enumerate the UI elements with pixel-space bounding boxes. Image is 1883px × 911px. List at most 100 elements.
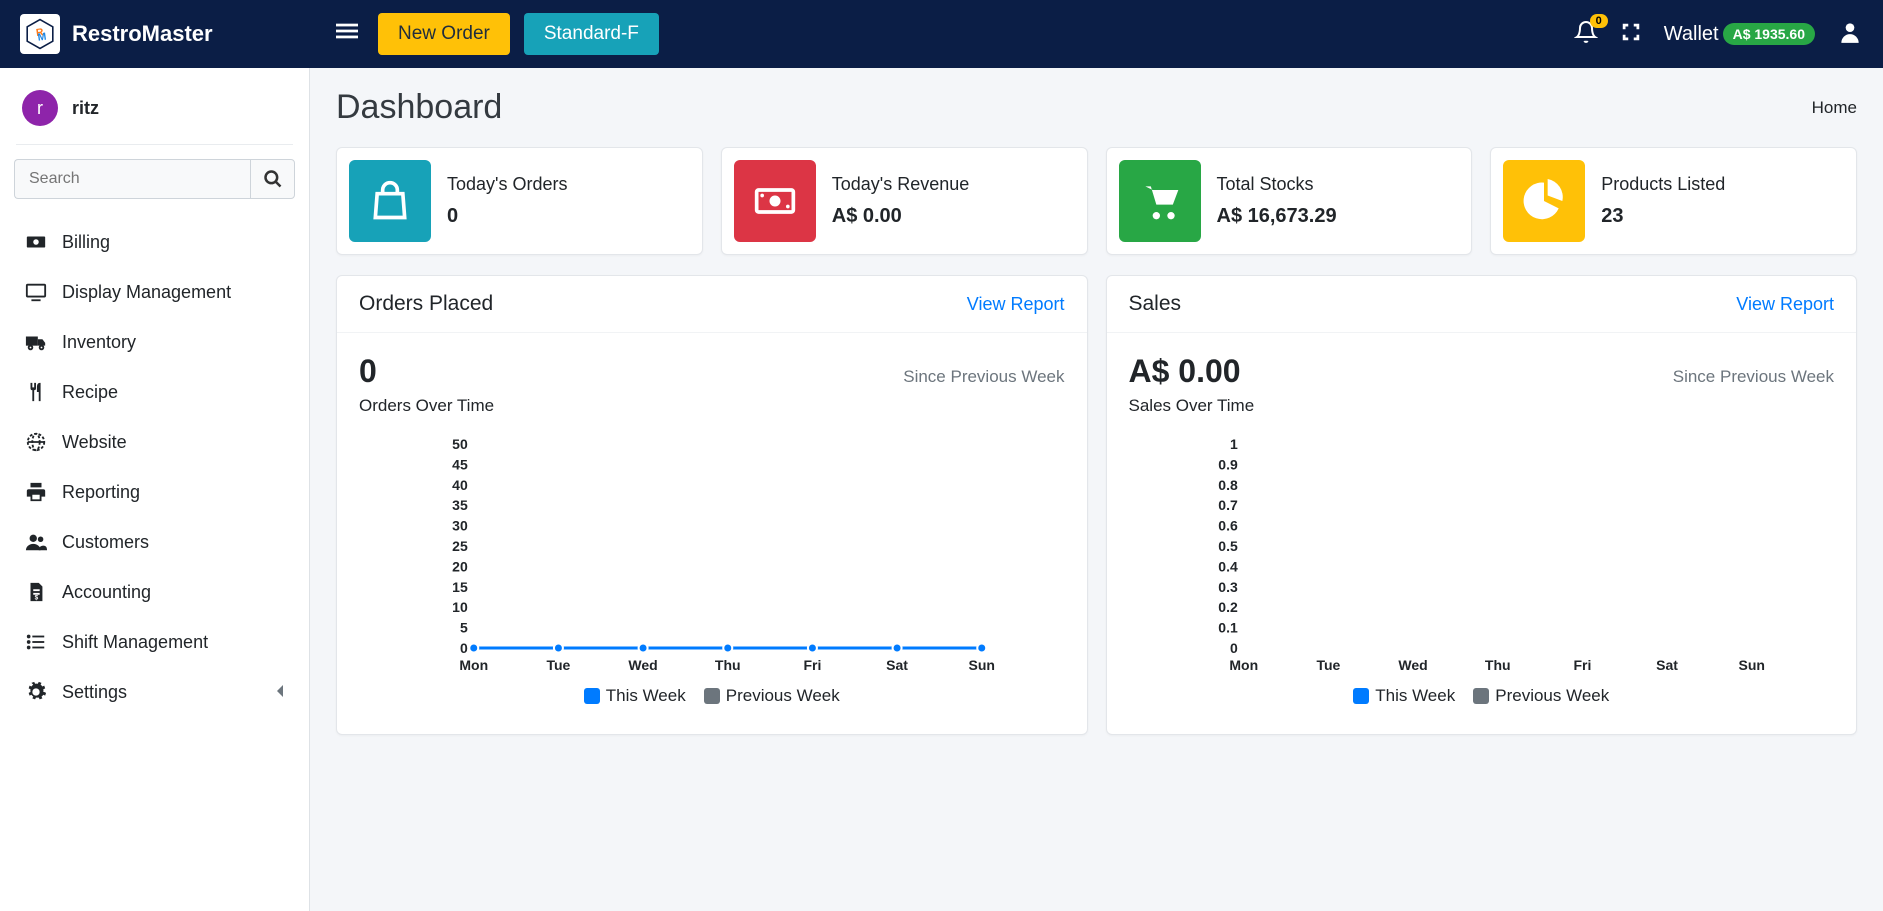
sidebar-user-name: ritz (72, 98, 99, 119)
sales-chart: 00.10.20.30.40.50.60.70.80.91MonTueWedTh… (1129, 436, 1835, 676)
legend-previous-week[interactable]: Previous Week (1473, 686, 1609, 706)
sales-card-title: Sales (1129, 292, 1182, 316)
search-button[interactable] (250, 159, 295, 199)
stat-label: Today's Orders (447, 174, 567, 195)
svg-text:Fri: Fri (1573, 657, 1591, 673)
svg-text:50: 50 (452, 436, 468, 452)
svg-text:0.2: 0.2 (1218, 599, 1238, 615)
search-input[interactable] (14, 159, 250, 199)
orders-metric-sub: Since Previous Week (903, 367, 1064, 387)
restaurant-select-button[interactable]: Standard-F (524, 13, 659, 55)
svg-text:0: 0 (1229, 640, 1237, 656)
svg-text:0.7: 0.7 (1218, 497, 1238, 513)
page-title: Dashboard (336, 88, 502, 127)
divider (16, 144, 293, 145)
orders-chart-caption: Orders Over Time (359, 396, 1065, 416)
svg-text:15: 15 (452, 579, 468, 595)
stat-label: Products Listed (1601, 174, 1725, 195)
sidebar-item-accounting[interactable]: $ Accounting (10, 567, 299, 617)
money-icon (24, 231, 48, 253)
sidebar-item-label: Inventory (62, 332, 136, 353)
sidebar-item-label: Shift Management (62, 632, 208, 653)
list-icon (24, 631, 48, 653)
svg-text:Thu: Thu (1484, 657, 1510, 673)
stat-card-today-s-orders[interactable]: Today's Orders 0 (336, 147, 703, 255)
legend-this-week[interactable]: This Week (1353, 686, 1455, 706)
chevron-left-icon (275, 682, 285, 703)
main-content: Dashboard Home Today's Orders 0 Today's … (310, 68, 1883, 911)
sidebar-item-recipe[interactable]: Recipe (10, 367, 299, 417)
sidebar-item-shift-management[interactable]: Shift Management (10, 617, 299, 667)
file-invoice-icon: $ (24, 581, 48, 603)
sidebar-item-label: Customers (62, 532, 149, 553)
sidebar-item-display-management[interactable]: Display Management (10, 267, 299, 317)
stat-card-products-listed[interactable]: Products Listed 23 (1490, 147, 1857, 255)
orders-view-report-link[interactable]: View Report (967, 294, 1065, 315)
sidebar: r ritz Billing Display Management Invent… (0, 68, 310, 911)
orders-card-title: Orders Placed (359, 292, 493, 316)
svg-text:0.9: 0.9 (1218, 456, 1238, 472)
sidebar-item-label: Reporting (62, 482, 140, 503)
sidebar-item-label: Website (62, 432, 127, 453)
svg-text:Mon: Mon (459, 657, 488, 673)
svg-text:Wed: Wed (628, 657, 657, 673)
orders-chart: 05101520253035404550MonTueWedThuFriSatSu… (359, 436, 1065, 676)
sidebar-user[interactable]: r ritz (10, 82, 299, 144)
sales-metric-value: A$ 0.00 (1129, 353, 1241, 390)
svg-text:20: 20 (452, 558, 468, 574)
sidebar-toggle-button[interactable] (330, 14, 364, 54)
users-icon (24, 531, 48, 553)
legend-this-week[interactable]: This Week (584, 686, 686, 706)
sidebar-item-website[interactable]: Website (10, 417, 299, 467)
brand[interactable]: RM RestroMaster (20, 14, 330, 54)
sidebar-item-reporting[interactable]: Reporting (10, 467, 299, 517)
gear-icon (24, 681, 48, 703)
sidebar-item-billing[interactable]: Billing (10, 217, 299, 267)
avatar: r (22, 90, 58, 126)
fullscreen-button[interactable] (1620, 21, 1642, 48)
svg-text:5: 5 (460, 620, 468, 636)
new-order-button[interactable]: New Order (378, 13, 510, 55)
svg-text:$: $ (35, 594, 39, 601)
stat-label: Today's Revenue (832, 174, 970, 195)
sidebar-item-inventory[interactable]: Inventory (10, 317, 299, 367)
cash-icon (734, 160, 816, 242)
sidebar-item-label: Display Management (62, 282, 231, 303)
sidebar-item-label: Settings (62, 682, 127, 703)
svg-text:Sun: Sun (969, 657, 995, 673)
sidebar-item-label: Accounting (62, 582, 151, 603)
svg-text:M: M (37, 32, 47, 44)
svg-text:25: 25 (452, 538, 468, 554)
notifications-button[interactable]: 0 (1574, 20, 1598, 49)
brand-logo-icon: RM (20, 14, 60, 54)
svg-text:0.6: 0.6 (1218, 518, 1238, 534)
svg-text:1: 1 (1229, 436, 1237, 452)
utensils-icon (24, 381, 48, 403)
svg-text:Wed: Wed (1398, 657, 1427, 673)
globe-icon (24, 431, 48, 453)
svg-text:0.1: 0.1 (1218, 620, 1238, 636)
orders-card: Orders Placed View Report 0 Since Previo… (336, 275, 1088, 735)
wallet-display[interactable]: Wallet A$ 1935.60 (1664, 23, 1815, 46)
truck-icon (24, 331, 48, 353)
stat-card-total-stocks[interactable]: Total Stocks A$ 16,673.29 (1106, 147, 1473, 255)
svg-text:Tue: Tue (546, 657, 570, 673)
wallet-amount-badge: A$ 1935.60 (1723, 23, 1815, 45)
stat-value: 0 (447, 205, 567, 228)
breadcrumb[interactable]: Home (1812, 98, 1857, 118)
sidebar-item-customers[interactable]: Customers (10, 517, 299, 567)
svg-text:30: 30 (452, 518, 468, 534)
brand-name: RestroMaster (72, 21, 213, 47)
sales-view-report-link[interactable]: View Report (1736, 294, 1834, 315)
sales-metric-sub: Since Previous Week (1673, 367, 1834, 387)
user-menu-button[interactable] (1837, 19, 1863, 50)
notification-count-badge: 0 (1590, 14, 1608, 28)
svg-text:45: 45 (452, 456, 468, 472)
stat-card-today-s-revenue[interactable]: Today's Revenue A$ 0.00 (721, 147, 1088, 255)
svg-text:Fri: Fri (803, 657, 821, 673)
svg-text:Sat: Sat (1656, 657, 1678, 673)
cart-icon (1119, 160, 1201, 242)
svg-text:Thu: Thu (715, 657, 741, 673)
sidebar-item-settings[interactable]: Settings (10, 667, 299, 717)
legend-previous-week[interactable]: Previous Week (704, 686, 840, 706)
